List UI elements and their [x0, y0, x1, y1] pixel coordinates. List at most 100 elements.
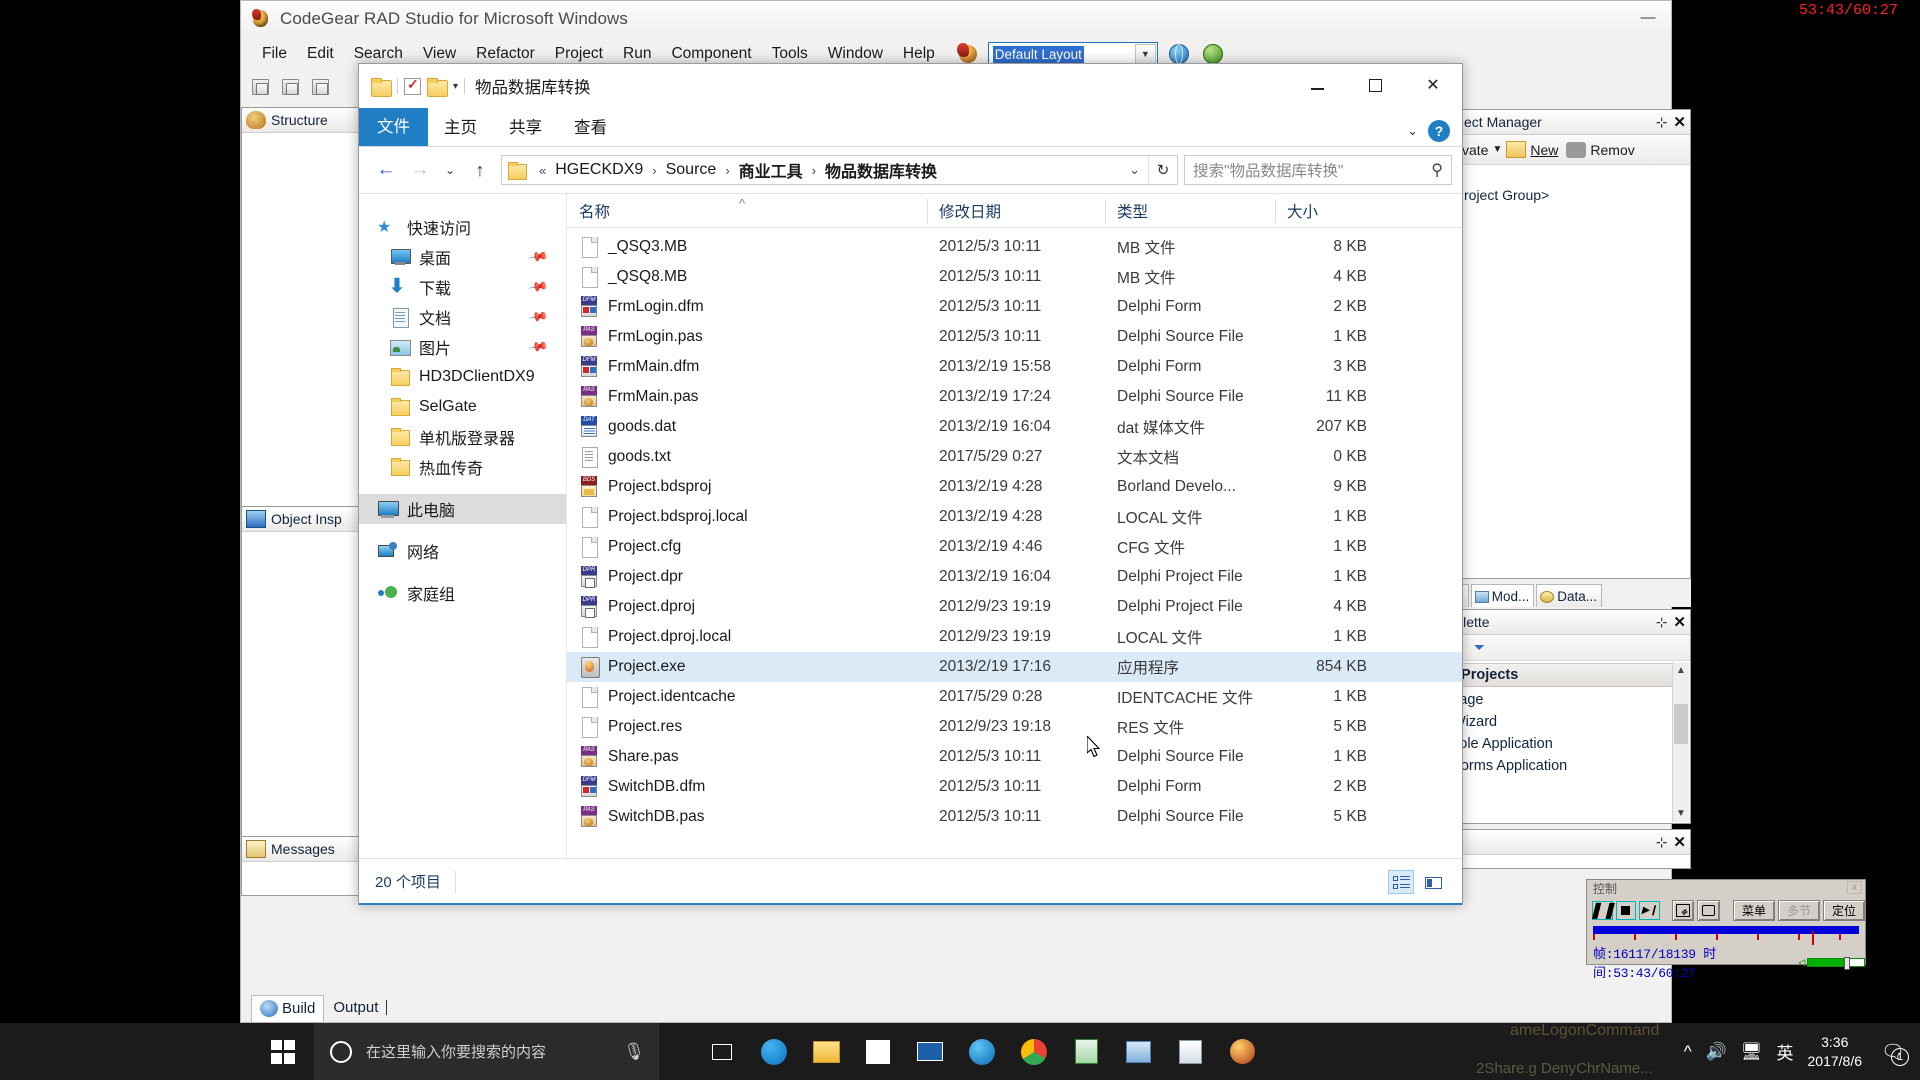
file-name-cell[interactable]: _QSQ8.MB: [567, 266, 927, 288]
file-name-cell[interactable]: DPR Project.dpr: [567, 566, 927, 588]
new-folder-icon[interactable]: [427, 77, 448, 97]
expand-ribbon-icon[interactable]: ⌄: [1407, 123, 1418, 139]
ribbon-tab-file[interactable]: 文件: [359, 106, 428, 146]
file-name-cell[interactable]: DPR Project.dproj: [567, 596, 927, 618]
taskbar-search-input[interactable]: 在这里输入你要搜索的内容 🎙: [314, 1023, 659, 1080]
file-name-cell[interactable]: Project.bdsproj.local: [567, 506, 927, 528]
pin-icon[interactable]: 📌: [527, 336, 549, 358]
project-group-node[interactable]: roject Group>: [1464, 187, 1549, 203]
details-view-icon[interactable]: [1388, 869, 1414, 894]
toolbar-button-1[interactable]: [247, 74, 273, 100]
table-row[interactable]: _QSQ8.MB 2012/5/3 10:11 MB 文件 4 KB: [567, 262, 1462, 292]
file-name-cell[interactable]: DAT goods.dat: [567, 416, 927, 438]
file-name-cell[interactable]: BDS Project.bdsproj: [567, 476, 927, 498]
stop-icon[interactable]: [1615, 900, 1637, 920]
scroll-up-icon[interactable]: ▲: [1673, 662, 1689, 679]
file-name-cell[interactable]: DFM SwitchDB.dfm: [567, 776, 927, 798]
breadcrumb-item-commercial-tools[interactable]: 商业工具: [737, 158, 805, 182]
volume-control[interactable]: ◁: [1798, 955, 1865, 970]
palette-item-package[interactable]: kage: [1442, 689, 1690, 711]
file-name-cell[interactable]: goods.txt: [567, 446, 927, 468]
table-row[interactable]: DFM FrmMain.dfm 2013/2/19 15:58 Delphi Form…: [567, 352, 1462, 382]
ide-minimize-button[interactable]: —: [1625, 1, 1671, 33]
nav-item-homegroup[interactable]: 家庭组: [359, 578, 566, 608]
app-icon[interactable]: [1116, 1023, 1160, 1080]
column-header-name[interactable]: 名称: [567, 194, 927, 228]
file-name-cell[interactable]: PAS Share.pas: [567, 746, 927, 768]
menu-button[interactable]: 菜单: [1733, 899, 1775, 921]
step-icon[interactable]: ▶❙: [1639, 900, 1660, 920]
browser-icon[interactable]: [960, 1023, 1004, 1080]
filter-icon[interactable]: ⏷: [1474, 639, 1485, 656]
file-name-cell[interactable]: Project.identcache: [567, 686, 927, 708]
ribbon-tab-share[interactable]: 共享: [493, 107, 558, 146]
refresh-icon[interactable]: ↻: [1149, 161, 1177, 179]
chrome-icon[interactable]: [1012, 1023, 1056, 1080]
breadcrumb-item-hgeckdx9[interactable]: HGECKDX9: [553, 161, 645, 179]
toolbar-button-2[interactable]: [277, 74, 303, 100]
multi-section-button[interactable]: 多节: [1778, 899, 1820, 921]
recent-locations-button[interactable]: ⌄: [437, 153, 463, 187]
table-row[interactable]: DAT goods.dat 2013/2/19 16:04 dat 媒体文件 207 K…: [567, 412, 1462, 442]
file-name-cell[interactable]: PAS FrmMain.pas: [567, 386, 927, 408]
file-name-cell[interactable]: _QSQ3.MB: [567, 236, 927, 258]
table-row[interactable]: Project.cfg 2013/2/19 4:46 CFG 文件 1 KB: [567, 532, 1462, 562]
nav-item-downloads[interactable]: ⬇ 下载 📌: [359, 272, 566, 302]
table-row[interactable]: BDS Project.bdsproj 2013/2/19 4:28 Borland …: [567, 472, 1462, 502]
project-manager-tree[interactable]: roject Group>: [1460, 165, 1690, 225]
table-row[interactable]: PAS FrmLogin.pas 2012/5/3 10:11 Delphi Sour…: [567, 322, 1462, 352]
chevron-down-icon[interactable]: ▼: [1134, 43, 1156, 65]
pin-icon[interactable]: ⊹: [1656, 614, 1674, 631]
ribbon-tab-view[interactable]: 查看: [558, 107, 623, 146]
breadcrumb-item-source[interactable]: Source: [664, 161, 719, 179]
tab-model[interactable]: Mod...: [1470, 584, 1535, 607]
file-name-cell[interactable]: PAS FrmLogin.pas: [567, 326, 927, 348]
volume-icon[interactable]: 🔊: [1706, 1042, 1727, 1062]
new-button[interactable]: New: [1530, 142, 1558, 158]
start-button[interactable]: [252, 1023, 314, 1080]
table-row[interactable]: Project.exe 2013/2/19 17:16 应用程序 854 KB: [567, 652, 1462, 682]
recorder-progress-bar[interactable]: [1593, 926, 1859, 934]
file-name-cell[interactable]: PAS SwitchDB.pas: [567, 806, 927, 828]
close-icon[interactable]: x: [1847, 881, 1862, 894]
table-row[interactable]: _QSQ3.MB 2012/5/3 10:11 MB 文件 8 KB: [567, 232, 1462, 262]
pin-icon[interactable]: 📌: [527, 246, 549, 268]
column-header-size[interactable]: 大小: [1275, 194, 1385, 228]
tab-build[interactable]: Build: [251, 995, 325, 1022]
chevron-down-icon[interactable]: ⌄: [1129, 162, 1148, 178]
notepad-icon[interactable]: [1168, 1023, 1212, 1080]
menu-edit[interactable]: Edit: [298, 41, 343, 67]
pin-icon[interactable]: 📌: [527, 276, 549, 298]
customize-caret-icon[interactable]: ▾: [453, 81, 458, 92]
tool-palette-header[interactable]: Palette ⊹ ✕: [1442, 610, 1690, 635]
nav-item-this-pc[interactable]: 此电脑: [359, 494, 566, 524]
table-row[interactable]: DFM SwitchDB.dfm 2012/5/3 10:11 Delphi Form…: [567, 772, 1462, 802]
palette-item-forms-application[interactable]: Forms Application: [1442, 755, 1690, 777]
close-icon[interactable]: ✕: [1673, 113, 1686, 131]
bottom-dock-header[interactable]: ⊹ ✕: [1442, 830, 1690, 855]
table-row[interactable]: Project.bdsproj.local 2013/2/19 4:28 LOCAL…: [567, 502, 1462, 532]
pin-icon[interactable]: ⊹: [1656, 834, 1674, 851]
palette-scrollbar[interactable]: ▲ ▼: [1672, 662, 1689, 822]
notification-center-button[interactable]: 🗨 1: [1876, 1023, 1910, 1080]
column-header-type[interactable]: 类型: [1105, 194, 1275, 228]
locate-button[interactable]: 定位: [1823, 899, 1865, 921]
scrollbar-thumb[interactable]: [1674, 704, 1688, 744]
help-icon[interactable]: ?: [1428, 120, 1450, 142]
cortana-icon[interactable]: [330, 1040, 352, 1063]
pin-icon[interactable]: 📌: [527, 306, 549, 328]
clock[interactable]: 3:36 2017/8/6: [1808, 1033, 1863, 1071]
search-input[interactable]: 搜索"物品数据库转换" ⚲: [1184, 155, 1452, 185]
volume-slider[interactable]: [1807, 956, 1865, 970]
palette-category-delphi-projects[interactable]: i Projects: [1444, 663, 1688, 687]
nav-item-desktop[interactable]: 桌面 📌: [359, 242, 566, 272]
close-icon[interactable]: ✕: [1673, 613, 1686, 631]
up-button[interactable]: ↑: [463, 153, 497, 187]
excel-icon[interactable]: [1064, 1023, 1108, 1080]
file-list[interactable]: _QSQ3.MB 2012/5/3 10:11 MB 文件 8 KB _QSQ8.MB 2…: [567, 228, 1462, 858]
back-button[interactable]: ←: [369, 153, 403, 187]
file-name-cell[interactable]: Project.dproj.local: [567, 626, 927, 648]
toolbar-button-3[interactable]: [307, 74, 333, 100]
column-header-date[interactable]: 修改日期: [927, 194, 1105, 228]
close-icon[interactable]: ✕: [1673, 833, 1686, 851]
